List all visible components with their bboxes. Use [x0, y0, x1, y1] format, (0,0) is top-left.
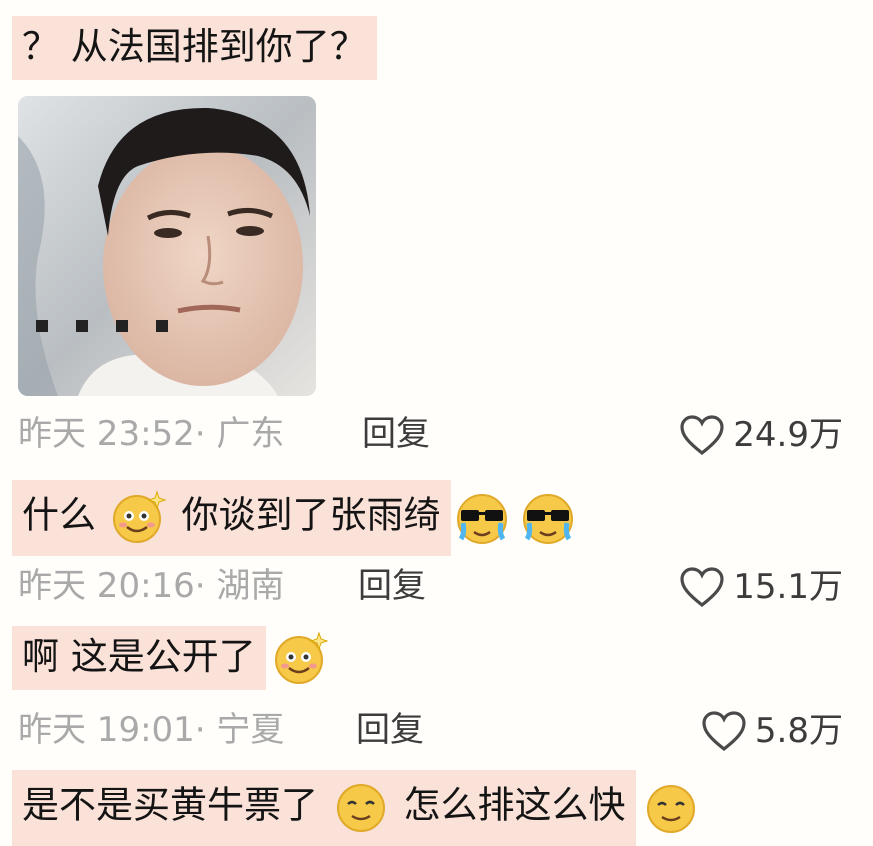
smile-sparkle-emoji-icon	[112, 490, 167, 543]
heart-icon	[680, 415, 724, 456]
comment-1-like-button[interactable]: 24.9万	[679, 414, 843, 456]
comment-2-text-part-2: 你谈到了张雨绮	[181, 493, 441, 537]
comment-3-location: 宁夏	[216, 710, 285, 750]
heart-icon	[680, 567, 724, 608]
crying-sunglasses-emoji-icon	[456, 494, 507, 544]
comment-4-text-part-1: 是不是买黄牛票了	[22, 783, 318, 827]
comment-1-reply-button[interactable]: 回复	[362, 414, 430, 454]
comment-4-highlight: 是不是买黄牛票了 怎么排这么快	[12, 770, 636, 846]
comment-1-time: 昨天 23:52	[18, 414, 195, 454]
awkward-smile-emoji-icon	[646, 785, 695, 833]
comment-2-location: 湖南	[216, 566, 285, 606]
awkward-smile-emoji-icon	[336, 784, 385, 832]
portrait-photo	[18, 96, 316, 396]
comment-1-text[interactable]: ？ 从法国排到你了？	[12, 16, 377, 80]
comment-2-time: 昨天 20:16	[18, 566, 195, 606]
comment-2-reply-button[interactable]: 回复	[358, 566, 426, 606]
comment-1-image[interactable]	[18, 96, 316, 396]
comment-3-reply-button[interactable]: 回复	[356, 710, 424, 750]
comment-3-like-button[interactable]: 5.8万	[701, 710, 843, 752]
comment-3-time: 昨天 19:01	[18, 710, 195, 750]
crying-sunglasses-emoji-icon	[522, 494, 573, 544]
comment-4-text[interactable]: 是不是买黄牛票了 怎么排这么快	[12, 770, 700, 846]
comment-2-like-button[interactable]: 15.1万	[679, 566, 843, 608]
comment-2-like-count: 15.1万	[733, 567, 843, 607]
comment-3-meta: 昨天 19:01· 宁夏	[18, 710, 285, 750]
comment-1-highlight: ？ 从法国排到你了？	[12, 16, 377, 80]
comment-1-location: 广东	[216, 414, 285, 454]
comment-2-meta: 昨天 20:16· 湖南	[18, 566, 285, 606]
comment-2-text-part-1: 什么	[22, 493, 96, 537]
heart-icon	[702, 711, 746, 752]
comment-3-text[interactable]: 啊 这是公开了	[12, 626, 330, 690]
comment-2-highlight: 什么 你谈到了张雨绮	[12, 480, 451, 556]
comment-1-like-count: 24.9万	[733, 415, 843, 455]
comment-3-like-count: 5.8万	[754, 711, 843, 751]
smile-sparkle-emoji-icon	[274, 631, 329, 684]
comment-1-meta: 昨天 23:52· 广东	[18, 414, 285, 454]
comment-2-text[interactable]: 什么 你谈到了张雨绮	[12, 480, 577, 556]
comment-4-text-part-2: 怎么排这么快	[403, 783, 626, 827]
comment-3-highlight: 啊 这是公开了	[12, 626, 266, 690]
